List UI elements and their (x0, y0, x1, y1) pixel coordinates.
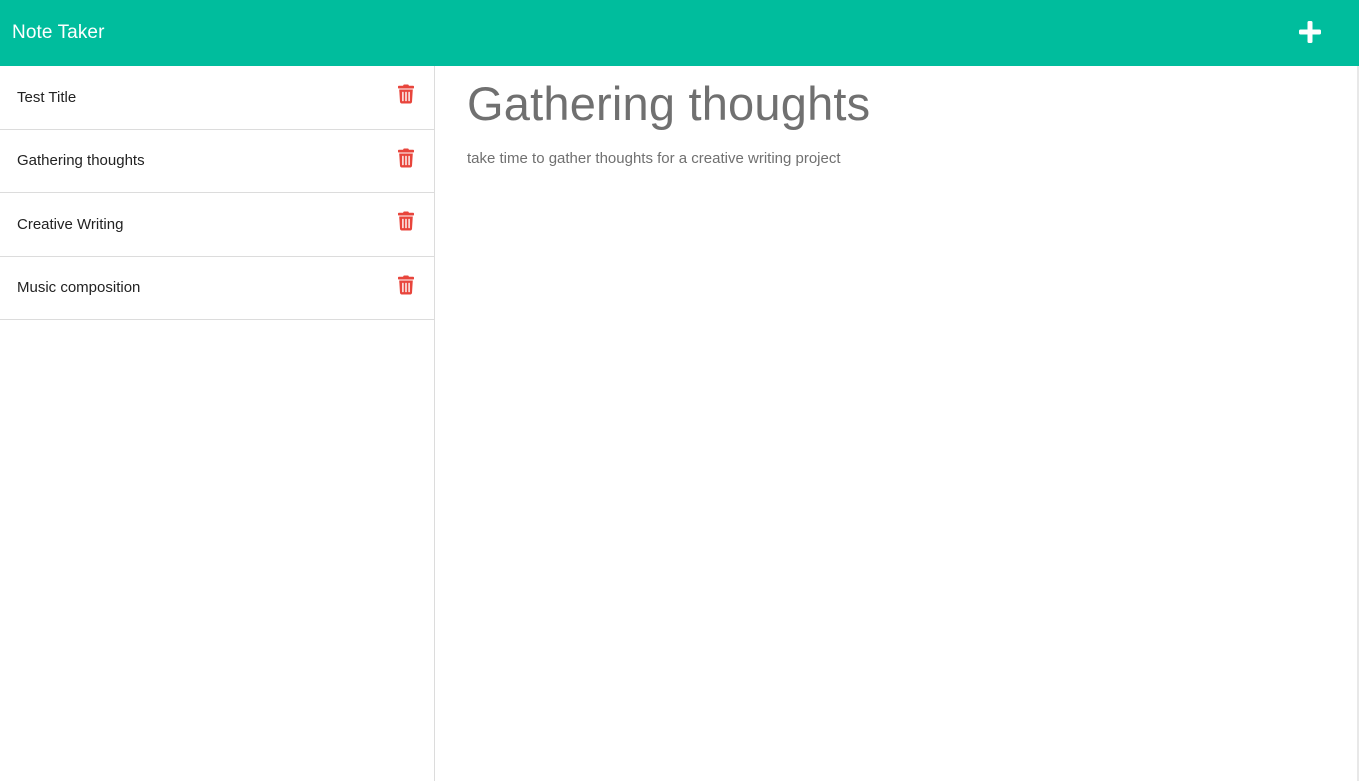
note-list: Test Title Gathering thoughts Creative W… (0, 66, 434, 320)
trash-icon (398, 275, 414, 295)
note-body-field[interactable]: take time to gather thoughts for a creat… (467, 150, 1358, 167)
note-item-title: Creative Writing (17, 215, 124, 233)
trash-icon (398, 84, 414, 104)
new-note-button[interactable] (1295, 17, 1325, 47)
delete-note-button[interactable] (398, 275, 414, 295)
list-item[interactable]: Test Title (0, 66, 434, 130)
list-item[interactable]: Music composition (0, 257, 434, 320)
note-list-sidebar: Test Title Gathering thoughts Creative W… (0, 66, 435, 781)
navbar: Note Taker (0, 0, 1359, 66)
list-item[interactable]: Creative Writing (0, 193, 434, 257)
plus-icon (1299, 21, 1321, 43)
app-title: Note Taker (12, 22, 105, 43)
trash-icon (398, 148, 414, 168)
note-editor: Gathering thoughts take time to gather t… (436, 66, 1358, 781)
note-item-title: Music composition (17, 279, 141, 297)
delete-note-button[interactable] (398, 148, 414, 168)
delete-note-button[interactable] (398, 211, 414, 231)
list-item[interactable]: Gathering thoughts (0, 130, 434, 193)
note-title-field[interactable]: Gathering thoughts (467, 66, 1358, 130)
delete-note-button[interactable] (398, 84, 414, 104)
note-item-title: Test Title (17, 88, 77, 106)
note-item-title: Gathering thoughts (17, 152, 145, 170)
trash-icon (398, 211, 414, 231)
